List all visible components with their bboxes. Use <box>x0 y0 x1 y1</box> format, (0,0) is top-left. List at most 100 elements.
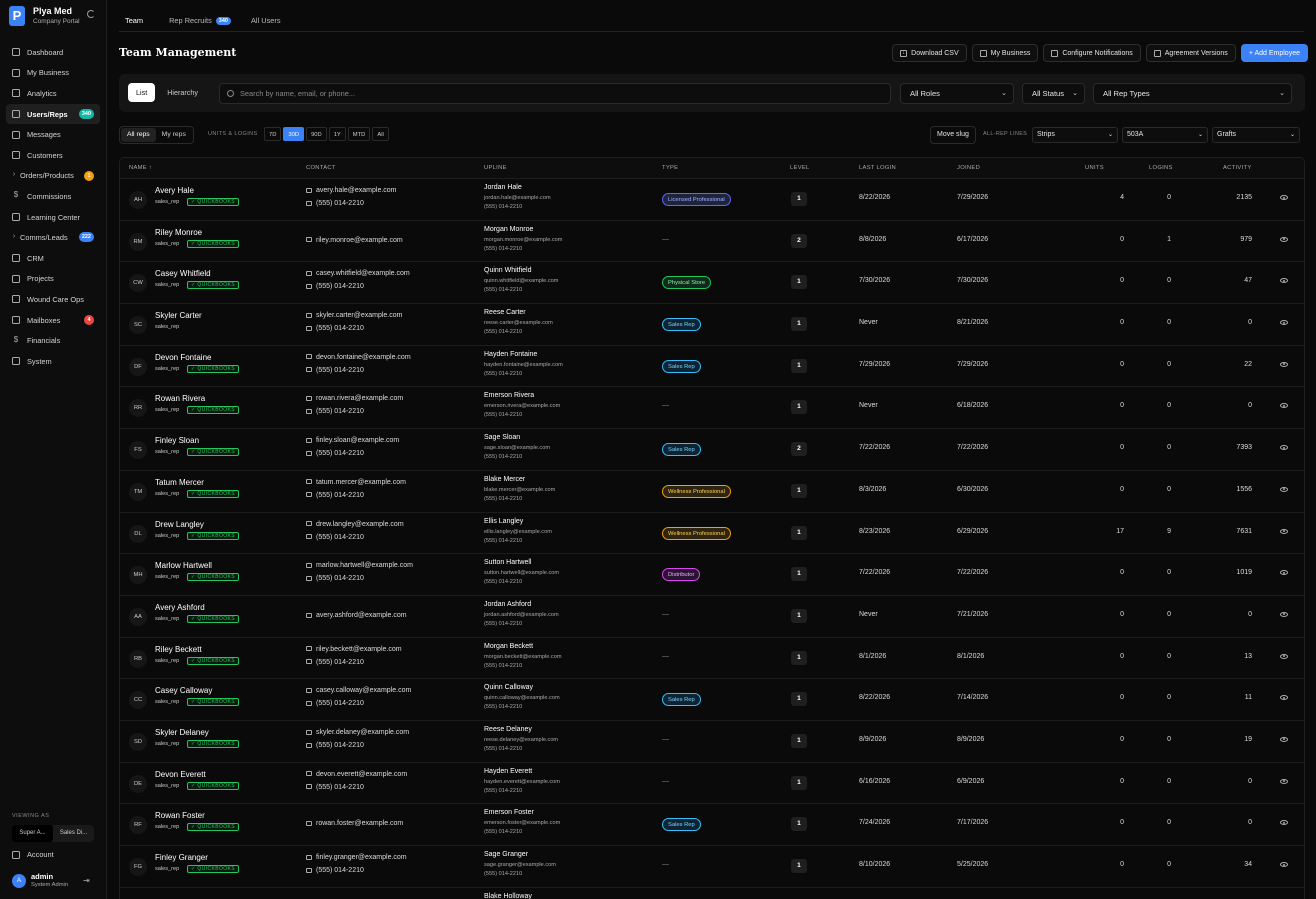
range-7d[interactable]: 7D <box>264 127 282 141</box>
eye-icon[interactable] <box>1280 570 1288 576</box>
view-list-button[interactable]: List <box>128 83 156 102</box>
eye-icon[interactable] <box>1280 236 1288 242</box>
tab-rep-recruits[interactable]: Rep Recruits 340 <box>169 12 231 32</box>
eye-icon[interactable] <box>1280 778 1288 784</box>
move-slug-button[interactable]: Move slug <box>930 126 976 144</box>
all-reps-button[interactable]: All reps <box>121 128 156 142</box>
rep-name[interactable]: Skyler Delaney <box>155 728 209 737</box>
col-name[interactable]: NAME ↑ <box>129 165 152 171</box>
table-row[interactable]: RR Rowan Rivera sales_rep ✓ QUICKBOOKS rowan… <box>120 387 1304 430</box>
eye-icon[interactable] <box>1280 486 1288 492</box>
status-select[interactable]: All Status ⌄ <box>1022 83 1085 104</box>
eye-icon[interactable] <box>1280 320 1288 326</box>
range-90d[interactable]: 90D <box>306 127 327 141</box>
sidebar-item-mailboxes[interactable]: Mailboxes 4 <box>6 310 100 331</box>
table-row[interactable]: DL Drew Langley sales_rep ✓ QUICKBOOKS drew.… <box>120 513 1304 555</box>
my-reps-button[interactable]: My reps <box>156 128 192 142</box>
eye-icon[interactable] <box>1280 611 1288 617</box>
line-select-strips[interactable]: Strips ⌄ <box>1032 127 1118 143</box>
role-sales-director[interactable]: Sales Di... <box>53 825 94 842</box>
range-1y[interactable]: 1Y <box>328 127 346 141</box>
sidebar-item-projects[interactable]: Projects <box>6 269 100 290</box>
theme-toggle-icon[interactable] <box>87 10 95 18</box>
eye-icon[interactable] <box>1280 445 1288 451</box>
sidebar-item-comms-leads[interactable]: › Comms/Leads 222 <box>6 227 100 248</box>
eye-icon[interactable] <box>1280 862 1288 867</box>
rep-name[interactable]: Avery Hale <box>155 186 194 195</box>
agreement-versions-button[interactable]: Agreement Versions <box>1145 44 1236 62</box>
table-row[interactable]: AH Avery Hale sales_rep ✓ QUICKBOOKS avery.h… <box>120 179 1304 221</box>
sidebar-item-commissions[interactable]: $ Commissions <box>6 186 100 207</box>
download-csv-button[interactable]: ↓ Download CSV <box>892 44 967 62</box>
eye-icon[interactable] <box>1280 403 1288 409</box>
sidebar-item-analytics[interactable]: Analytics <box>6 83 100 104</box>
sidebar-item-learning-center[interactable]: Learning Center <box>6 207 100 228</box>
sidebar-item-users-reps[interactable]: Users/Reps 340 <box>6 103 100 125</box>
range-30d[interactable]: 30D <box>283 127 305 141</box>
rep-name[interactable]: Finley Granger <box>155 853 208 862</box>
sidebar-item-customers[interactable]: Customers <box>6 145 100 166</box>
rep-name[interactable]: Casey Whitfield <box>155 269 211 278</box>
eye-icon[interactable] <box>1280 278 1288 284</box>
rep-name[interactable]: Riley Beckett <box>155 645 202 654</box>
sidebar-item-system[interactable]: System <box>6 351 100 372</box>
sidebar-item-wound-care-ops[interactable]: Wound Care Ops <box>6 289 100 310</box>
tab-team[interactable]: Team <box>119 12 150 32</box>
add-employee-button[interactable]: + Add Employee <box>1240 44 1308 62</box>
table-row[interactable]: TM Tatum Mercer sales_rep ✓ QUICKBOOKS tatum… <box>120 471 1304 513</box>
rep-name[interactable]: Devon Fontaine <box>155 353 211 362</box>
sidebar-item-orders-products[interactable]: › Orders/Products 1 <box>6 166 100 187</box>
eye-icon[interactable] <box>1280 820 1288 826</box>
rep-name[interactable]: Drew Langley <box>155 520 204 529</box>
table-row[interactable]: CC Casey Calloway sales_rep ✓ QUICKBOOKS cas… <box>120 679 1304 721</box>
rep-types-select[interactable]: All Rep Types ⌄ <box>1093 83 1292 104</box>
sidebar-item-dashboard[interactable]: Dashboard <box>6 42 100 63</box>
eye-icon[interactable] <box>1280 528 1288 534</box>
rep-name[interactable]: Skyler Carter <box>155 311 202 320</box>
table-row[interactable]: MH Marlow Hartwell sales_rep ✓ QUICKBOOKS ma… <box>120 554 1304 596</box>
tab-all-users[interactable]: All Users <box>251 12 281 32</box>
line-select-503a[interactable]: 503A ⌄ <box>1122 127 1208 143</box>
eye-icon[interactable] <box>1280 653 1288 659</box>
eye-icon[interactable] <box>1280 195 1288 200</box>
table-row[interactable]: SD Skyler Delaney sales_rep ✓ QUICKBOOKS sky… <box>120 721 1304 763</box>
table-row[interactable]: RM Riley Monroe sales_rep ✓ QUICKBOOKS riley… <box>120 221 1304 263</box>
configure-notifications-button[interactable]: Configure Notifications <box>1043 44 1141 62</box>
rep-name[interactable]: Avery Ashford <box>155 603 205 612</box>
eye-icon[interactable] <box>1280 361 1288 367</box>
table-row[interactable]: SC Skyler Carter sales_rep skyler.carter@ex… <box>120 304 1304 346</box>
my-business-button[interactable]: My Business <box>971 44 1039 62</box>
role-super-admin[interactable]: Super A... <box>12 825 53 842</box>
rep-name[interactable]: Devon Everett <box>155 770 206 779</box>
table-row[interactable]: FS Finley Sloan sales_rep ✓ QUICKBOOKS finle… <box>120 429 1304 471</box>
sidebar-item-financials[interactable]: $ Financials <box>6 330 100 351</box>
rep-name[interactable]: Finley Sloan <box>155 436 199 445</box>
table-row[interactable]: RB Riley Beckett sales_rep ✓ QUICKBOOKS rile… <box>120 638 1304 680</box>
range-all[interactable]: All <box>372 127 389 141</box>
line-select-grafts[interactable]: Grafts ⌄ <box>1212 127 1300 143</box>
avatar[interactable]: A <box>12 874 26 888</box>
table-row[interactable]: Blake Holloway <box>120 888 1304 899</box>
table-row[interactable]: DE Devon Everett sales_rep ✓ QUICKBOOKS devo… <box>120 763 1304 805</box>
account-link[interactable]: Account <box>12 850 54 859</box>
table-row[interactable]: FG Finley Granger sales_rep ✓ QUICKBOOKS fin… <box>120 846 1304 888</box>
rep-name[interactable]: Tatum Mercer <box>155 478 204 487</box>
rep-name[interactable]: Rowan Foster <box>155 811 205 820</box>
range-mtd[interactable]: MTD <box>347 127 371 141</box>
eye-icon[interactable] <box>1280 695 1288 701</box>
roles-select[interactable]: All Roles ⌄ <box>900 83 1014 104</box>
table-row[interactable]: DF Devon Fontaine sales_rep ✓ QUICKBOOKS dev… <box>120 346 1304 388</box>
rep-name[interactable]: Riley Monroe <box>155 228 202 237</box>
view-hierarchy-button[interactable]: Hierarchy <box>159 83 206 102</box>
sidebar-item-crm[interactable]: CRM <box>6 248 100 269</box>
rep-name[interactable]: Marlow Hartwell <box>155 561 212 570</box>
search-input[interactable]: Search by name, email, or phone... <box>219 83 891 104</box>
sidebar-item-my-business[interactable]: My Business <box>6 63 100 84</box>
table-row[interactable]: AA Avery Ashford sales_rep ✓ QUICKBOOKS aver… <box>120 596 1304 638</box>
rep-name[interactable]: Rowan Rivera <box>155 394 205 403</box>
eye-icon[interactable] <box>1280 736 1288 742</box>
table-row[interactable]: RF Rowan Foster sales_rep ✓ QUICKBOOKS rowan… <box>120 804 1304 846</box>
logout-icon[interactable]: ⇥ <box>83 876 90 885</box>
brand[interactable]: P Plya Med Company Portal <box>9 6 99 30</box>
rep-name[interactable]: Casey Calloway <box>155 686 212 695</box>
